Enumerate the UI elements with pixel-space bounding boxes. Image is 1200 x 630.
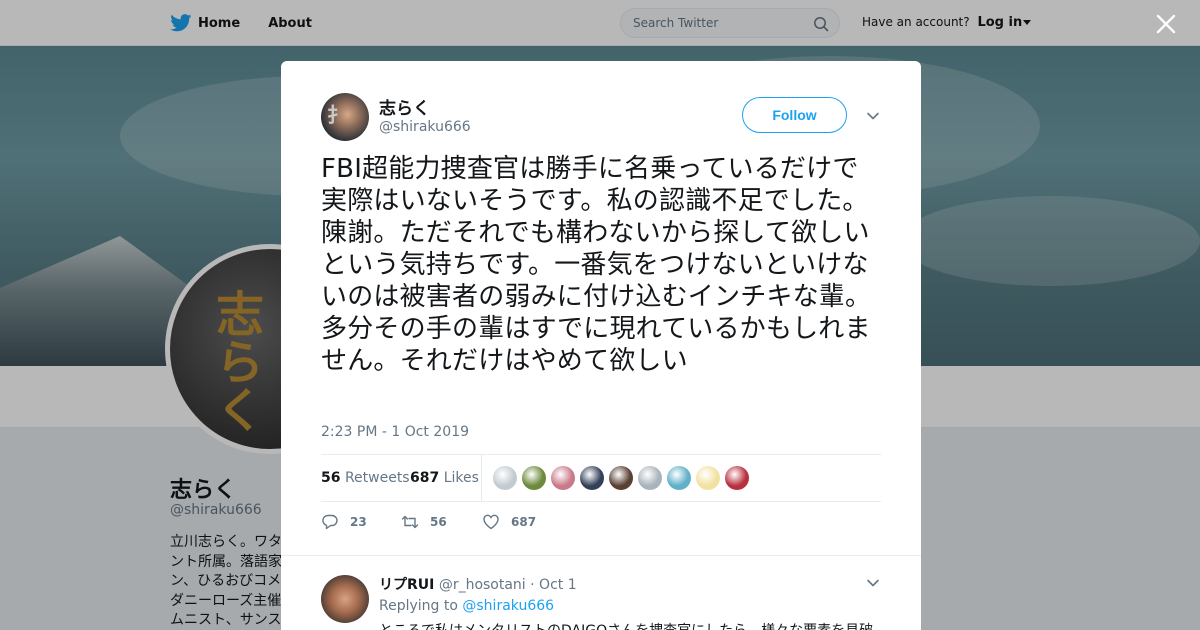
retweet-icon — [401, 515, 419, 529]
retweets-count: 56 — [321, 470, 341, 486]
reply-text: ところで私はメンタリストのDAIGOさんを捜査官にしたら、様々な要素を見破 — [379, 620, 879, 630]
reply-icon — [322, 514, 338, 530]
likes-label: Likes — [443, 470, 479, 486]
reply-author-handle[interactable]: @r_hosotani — [439, 577, 526, 593]
reply-header: リプRUI @r_hosotani · Oct 1 — [379, 574, 577, 594]
likes-count: 687 — [410, 470, 440, 486]
chevron-down-icon[interactable] — [866, 576, 880, 590]
liker-avatar[interactable] — [580, 466, 604, 490]
chevron-down-icon[interactable] — [866, 109, 880, 123]
retweets-label: Retweets — [344, 470, 410, 486]
liker-avatar[interactable] — [551, 466, 575, 490]
retweet-button[interactable]: 56 — [401, 513, 447, 531]
tweet-timestamp[interactable]: 2:23 PM - 1 Oct 2019 — [321, 424, 469, 440]
liker-avatar[interactable] — [609, 466, 633, 490]
replying-to-label: Replying to — [379, 598, 458, 614]
stats-divider — [481, 455, 482, 501]
like-count: 687 — [511, 515, 537, 529]
liker-avatar[interactable] — [725, 466, 749, 490]
tweet-text: FBI超能力捜査官は勝手に名乗っているだけで実際はいないそうです。私の認識不足で… — [321, 154, 872, 376]
liker-avatar[interactable] — [667, 466, 691, 490]
author-handle[interactable]: @shiraku666 — [379, 119, 471, 135]
author-avatar[interactable]: 扌 — [321, 93, 369, 141]
liker-avatars — [493, 466, 749, 490]
close-icon[interactable] — [1155, 13, 1177, 35]
like-button[interactable]: 687 — [482, 513, 536, 531]
reply-button[interactable]: 23 — [321, 513, 367, 531]
tweet-modal: 扌 志らく @shiraku666 Follow FBI超能力捜査官は勝手に名乗… — [281, 61, 921, 630]
follow-button[interactable]: Follow — [742, 97, 847, 133]
replying-to: Replying to @shiraku666 — [379, 598, 554, 614]
liker-avatar[interactable] — [696, 466, 720, 490]
liker-avatar[interactable] — [493, 466, 517, 490]
retweet-count: 56 — [430, 515, 447, 529]
reply-date[interactable]: · Oct 1 — [530, 577, 576, 593]
reply-author-name[interactable]: リプRUI — [379, 577, 434, 593]
tweet-stats: 56 Retweets 687 Likes — [321, 454, 881, 502]
heart-icon — [483, 514, 499, 530]
replying-to-handle[interactable]: @shiraku666 — [462, 598, 554, 614]
reply-divider — [281, 555, 921, 556]
likes-stat[interactable]: 687 Likes — [410, 470, 479, 486]
liker-avatar[interactable] — [522, 466, 546, 490]
author-name[interactable]: 志らく — [379, 94, 430, 119]
liker-avatar[interactable] — [638, 466, 662, 490]
tweet-actions: 23 56 687 — [321, 513, 621, 533]
reply-author-avatar[interactable] — [321, 575, 369, 623]
author-avatar-art: 扌 — [327, 103, 347, 127]
retweets-stat[interactable]: 56 Retweets — [321, 470, 410, 486]
reply-count: 23 — [350, 515, 367, 529]
